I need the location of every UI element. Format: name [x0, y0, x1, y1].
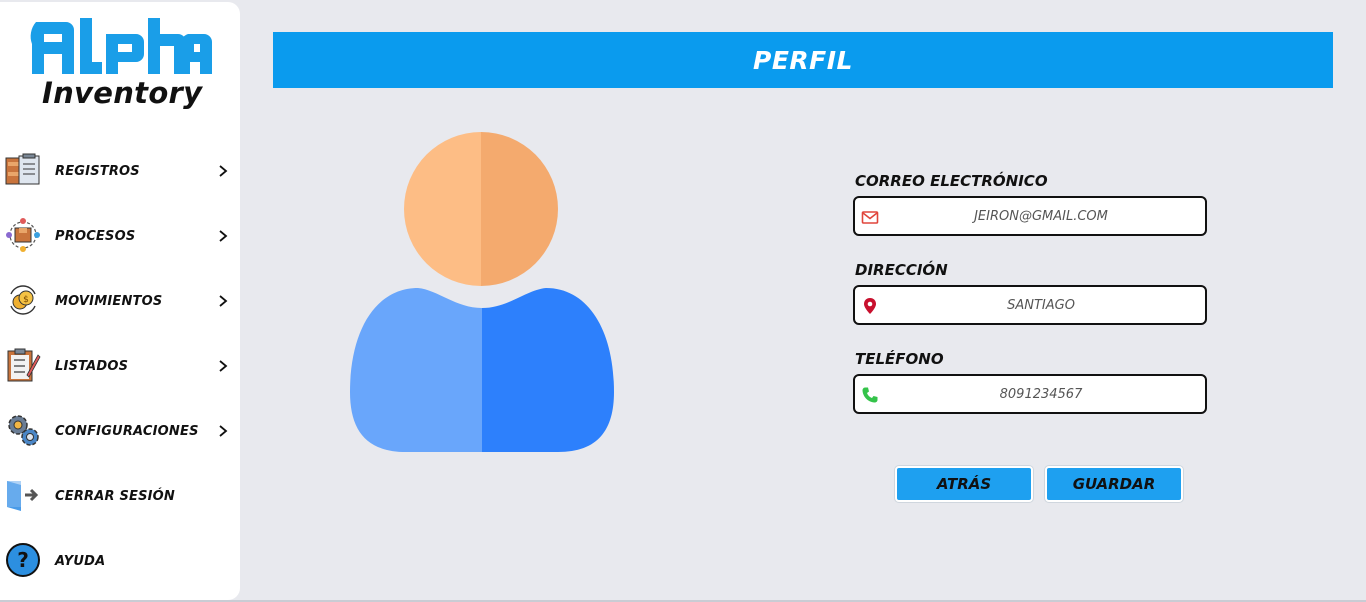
chevron-right-icon: [219, 360, 228, 372]
phone-input[interactable]: [885, 376, 1197, 412]
chevron-right-icon: [219, 165, 228, 177]
sidebar-item-label: MOVIMIENTOS: [55, 294, 163, 309]
email-label: CORREO ELECTRÓNICO: [855, 172, 1048, 190]
chevron-right-icon: [219, 230, 228, 242]
listados-icon: [7, 348, 41, 382]
phone-label: TELÉFONO: [855, 350, 944, 368]
help-icon: ?: [6, 543, 40, 577]
svg-text:?: ?: [17, 548, 29, 572]
user-avatar-icon: [350, 132, 614, 452]
sidebar-item-registros[interactable]: REGISTROS: [0, 140, 240, 205]
sidebar-item-ayuda[interactable]: ? AYUDA: [0, 530, 240, 595]
address-input[interactable]: [885, 287, 1197, 323]
phone-field[interactable]: [853, 374, 1207, 414]
sidebar-item-label: AYUDA: [55, 554, 106, 569]
back-button[interactable]: ATRÁS: [895, 466, 1033, 502]
chevron-right-icon: [219, 425, 228, 437]
location-pin-icon: [864, 298, 876, 314]
page-title: PERFIL: [753, 45, 853, 75]
sidebar-item-label: CERRAR SESIÓN: [55, 489, 176, 504]
address-label: DIRECCIÓN: [855, 261, 948, 279]
address-field[interactable]: [853, 285, 1207, 325]
phone-icon: [862, 387, 878, 403]
sidebar-item-label: CONFIGURACIONES: [55, 424, 199, 439]
sidebar: Inventory REGISTROS PROCESOS $ MOVIMIENT…: [0, 2, 240, 600]
sidebar-item-label: REGISTROS: [55, 164, 140, 179]
chevron-right-icon: [219, 295, 228, 307]
sidebar-nav: REGISTROS PROCESOS $ MOVIMIENTOS LISTADO…: [0, 140, 240, 595]
email-field[interactable]: [853, 196, 1207, 236]
logo-subtitle: Inventory: [42, 76, 203, 110]
page-header: PERFIL: [273, 32, 1333, 88]
sidebar-item-listados[interactable]: LISTADOS: [0, 335, 240, 400]
procesos-icon: [6, 218, 40, 252]
registros-icon: [5, 153, 40, 185]
movimientos-icon: $: [10, 285, 36, 315]
app-logo: Inventory: [22, 14, 222, 118]
logout-door-icon: [7, 481, 39, 511]
sidebar-item-procesos[interactable]: PROCESOS: [0, 205, 240, 270]
save-button[interactable]: GUARDAR: [1045, 466, 1183, 502]
sidebar-item-movimientos[interactable]: $ MOVIMIENTOS: [0, 270, 240, 335]
sidebar-item-label: PROCESOS: [55, 229, 136, 244]
gears-icon: [8, 415, 39, 446]
sidebar-item-cerrar-sesion[interactable]: CERRAR SESIÓN: [0, 465, 240, 530]
email-input[interactable]: [885, 198, 1197, 234]
alpha-logo-icon: [30, 18, 212, 74]
svg-text:$: $: [23, 295, 29, 305]
sidebar-item-configuraciones[interactable]: CONFIGURACIONES: [0, 400, 240, 465]
sidebar-item-label: LISTADOS: [55, 359, 129, 374]
envelope-icon: [861, 211, 879, 224]
